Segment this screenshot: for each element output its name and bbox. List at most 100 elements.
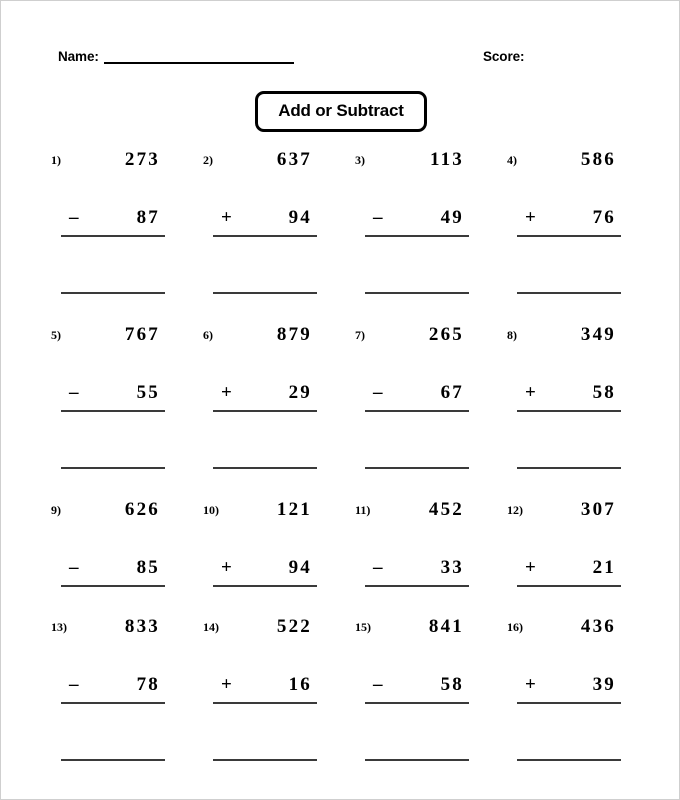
- minuend-or-addend: 349: [580, 324, 616, 345]
- problem-top-line: 10) 121: [203, 499, 328, 529]
- operation-bar: [365, 410, 469, 412]
- minuend-or-addend: 307: [580, 499, 616, 520]
- answer-write-in-line[interactable]: [213, 759, 317, 761]
- problem-number: 11): [355, 503, 371, 517]
- problem-number: 2): [203, 153, 213, 167]
- minuend-or-addend: 452: [428, 499, 464, 520]
- subtrahend-or-addend: 33: [440, 557, 464, 578]
- answer-write-in-line[interactable]: [61, 759, 165, 761]
- subtrahend-or-addend: 16: [288, 674, 312, 695]
- problem-10: 10) 121 +94: [203, 499, 328, 591]
- problem-1: 1) 273 – 87: [51, 149, 176, 294]
- problem-top-line: 8) 349: [507, 324, 632, 354]
- operation-bar: [517, 585, 621, 587]
- answer-write-in-line[interactable]: [61, 467, 165, 469]
- problem-row: 1) 273 – 87 2) 637 +94 3) 113 – 49 4) 586 +76: [51, 149, 651, 324]
- problem-number: 4): [507, 153, 517, 167]
- problem-top-line: 11) 452: [355, 499, 480, 529]
- operation-bar: [61, 585, 165, 587]
- minuend-or-addend: 522: [276, 616, 312, 637]
- name-label: Name:: [58, 49, 99, 64]
- problem-5: 5) 767 – 55: [51, 324, 176, 469]
- operator-symbol: –: [69, 674, 79, 695]
- minuend-or-addend: 626: [124, 499, 160, 520]
- minuend-or-addend: 113: [429, 149, 464, 170]
- operation-bar: [213, 235, 317, 237]
- answer-write-in-line[interactable]: [213, 467, 317, 469]
- subtrahend-or-addend: 85: [136, 557, 160, 578]
- operation-bar: [213, 702, 317, 704]
- problem-15: 15) 841 – 58: [355, 616, 480, 761]
- problem-9: 9) 626 – 85: [51, 499, 176, 591]
- problem-number: 9): [51, 503, 61, 517]
- problem-number: 5): [51, 328, 61, 342]
- answer-write-in-line[interactable]: [213, 292, 317, 294]
- problem-top-line: 15) 841: [355, 616, 480, 646]
- problem-number: 6): [203, 328, 213, 342]
- problem-16: 16) 436 +39: [507, 616, 632, 761]
- problem-row: 9) 626 – 85 10) 121 +94 11) 452 – 33 12) 307 +21: [51, 499, 651, 616]
- operation-bar: [365, 585, 469, 587]
- problem-top-line: 16) 436: [507, 616, 632, 646]
- score-field-group: Score:: [483, 48, 525, 66]
- problem-13: 13) 833 – 78: [51, 616, 176, 761]
- operation-bar: [213, 410, 317, 412]
- problem-top-line: 5) 767: [51, 324, 176, 354]
- operator-symbol: –: [373, 207, 383, 228]
- answer-write-in-line[interactable]: [365, 467, 469, 469]
- problem-11: 11) 452 – 33: [355, 499, 480, 591]
- minuend-or-addend: 841: [428, 616, 464, 637]
- minuend-or-addend: 637: [276, 149, 312, 170]
- minuend-or-addend: 273: [124, 149, 160, 170]
- answer-write-in-line[interactable]: [365, 292, 469, 294]
- problem-grid: 1) 273 – 87 2) 637 +94 3) 113 – 49 4) 586 +76 5) 767 – 55…: [51, 149, 651, 791]
- problem-6: 6) 879 +29: [203, 324, 328, 469]
- problem-12: 12) 307 +21: [507, 499, 632, 591]
- subtrahend-or-addend: 78: [136, 674, 160, 695]
- problem-number: 13): [51, 620, 67, 634]
- name-write-in-line[interactable]: [103, 62, 294, 64]
- problem-top-line: 14) 522: [203, 616, 328, 646]
- problem-number: 14): [203, 620, 219, 634]
- answer-write-in-line[interactable]: [61, 292, 165, 294]
- minuend-or-addend: 586: [580, 149, 616, 170]
- subtrahend-or-addend: 94: [288, 557, 312, 578]
- problem-number: 3): [355, 153, 365, 167]
- operator-symbol: +: [221, 207, 232, 228]
- title-chip: Add or Subtract: [255, 91, 427, 132]
- operation-bar: [213, 585, 317, 587]
- problem-14: 14) 522 +16: [203, 616, 328, 761]
- minuend-or-addend: 879: [276, 324, 312, 345]
- worksheet-page: Name: Score: Add or Subtract 1) 273 – 87 2) 6…: [0, 0, 680, 800]
- operator-symbol: +: [525, 207, 536, 228]
- operation-bar: [517, 235, 621, 237]
- worksheet-title-container: Add or Subtract: [1, 91, 679, 132]
- subtrahend-or-addend: 76: [592, 207, 616, 228]
- score-label: Score:: [483, 49, 525, 64]
- subtrahend-or-addend: 58: [592, 382, 616, 403]
- answer-write-in-line[interactable]: [517, 759, 621, 761]
- subtrahend-or-addend: 39: [592, 674, 616, 695]
- operation-bar: [61, 410, 165, 412]
- answer-write-in-line[interactable]: [517, 292, 621, 294]
- answer-write-in-line[interactable]: [517, 467, 621, 469]
- operator-symbol: –: [69, 557, 79, 578]
- subtrahend-or-addend: 58: [440, 674, 464, 695]
- operator-symbol: +: [525, 382, 536, 403]
- subtrahend-or-addend: 67: [440, 382, 464, 403]
- problem-2: 2) 637 +94: [203, 149, 328, 294]
- worksheet-title: Add or Subtract: [278, 101, 404, 120]
- operation-bar: [61, 235, 165, 237]
- subtrahend-or-addend: 94: [288, 207, 312, 228]
- problem-row: 13) 833 – 78 14) 522 +16 15) 841 – 58 16) 436 +39: [51, 616, 651, 791]
- operator-symbol: +: [221, 557, 232, 578]
- problem-4: 4) 586 +76: [507, 149, 632, 294]
- minuend-or-addend: 121: [276, 499, 312, 520]
- answer-write-in-line[interactable]: [365, 759, 469, 761]
- minuend-or-addend: 767: [124, 324, 160, 345]
- problem-7: 7) 265 – 67: [355, 324, 480, 469]
- problem-top-line: 9) 626: [51, 499, 176, 529]
- problem-number: 16): [507, 620, 523, 634]
- operator-symbol: +: [221, 382, 232, 403]
- operator-symbol: –: [373, 557, 383, 578]
